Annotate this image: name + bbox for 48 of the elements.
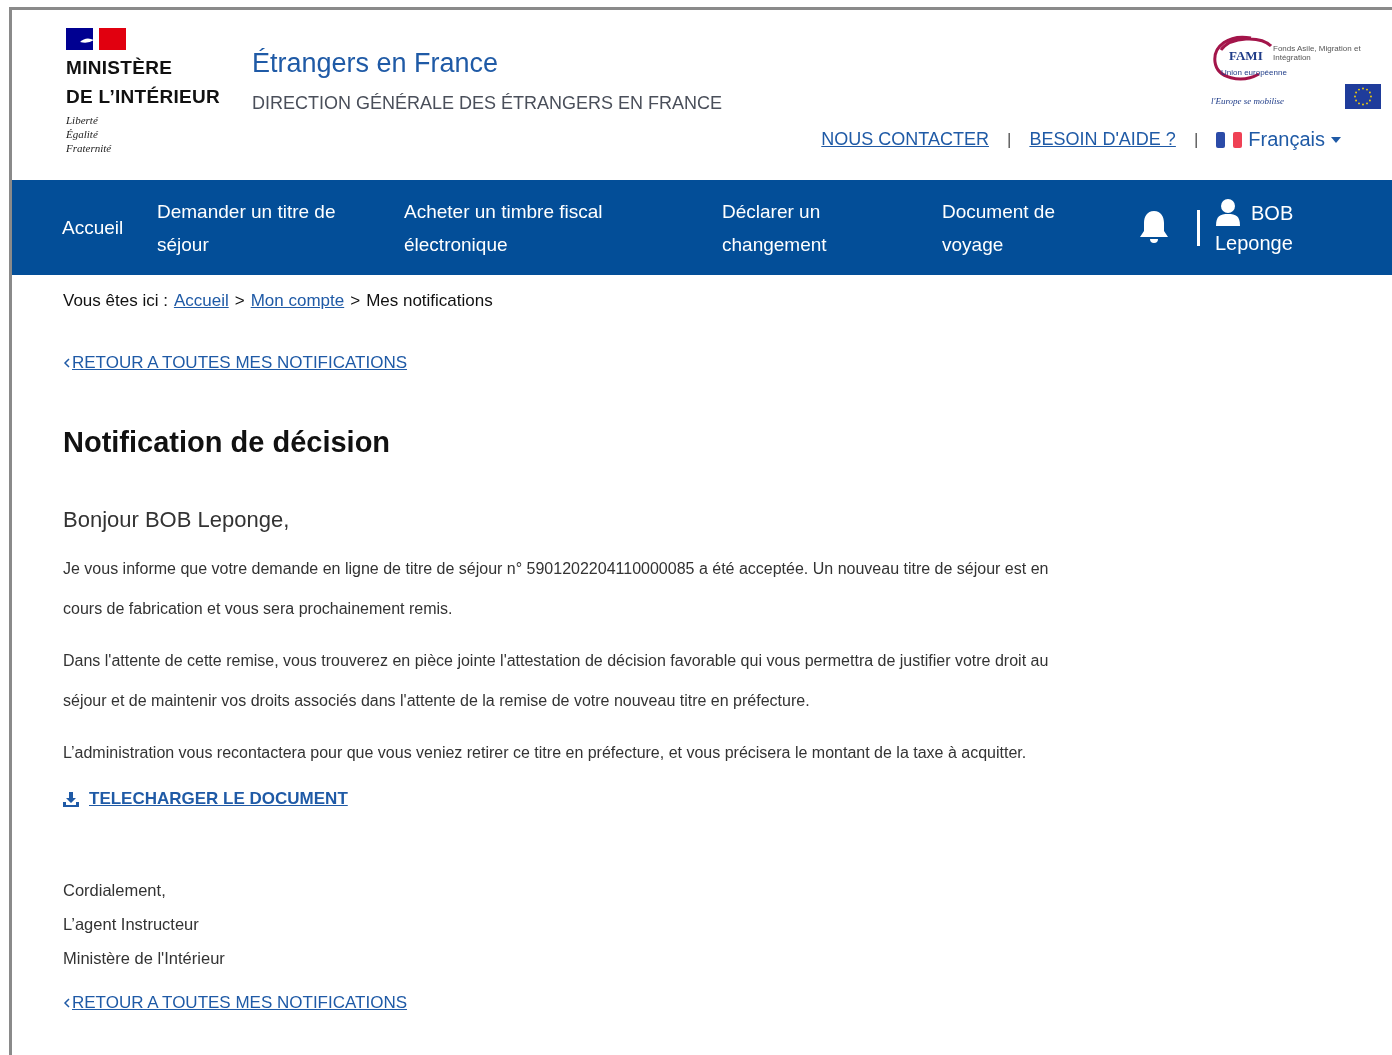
signature-line: Cordialement, [63, 879, 167, 901]
breadcrumb-prefix: Vous êtes ici : [63, 291, 168, 311]
marianne-logo-icon [66, 28, 126, 50]
separator: | [1193, 129, 1199, 150]
motto-text: Liberté [66, 113, 99, 127]
greeting-text: Bonjour BOB Leponge, [63, 507, 291, 533]
breadcrumb-current: Mes notifications [366, 291, 493, 311]
message-paragraph: Je vous informe que votre demande en ligne de titre de séjour n° 5901202204110000085 a été acceptée. Un nouveau titre de séjour est en cours de fabrication et vous sera prochainement remis. [63, 559, 1050, 619]
nav-link[interactable]: Accueil [62, 211, 128, 244]
separator: | [1006, 129, 1012, 150]
fami-name: FAMI [1229, 48, 1263, 64]
union-label: Union européenne [1221, 68, 1287, 77]
download-icon [63, 791, 79, 807]
chevron-left-icon [63, 358, 70, 368]
page-title: Notification de décision [63, 426, 392, 459]
nav-link[interactable]: Acheter un timbre fiscal électronique [404, 194, 636, 261]
back-link[interactable]: RETOUR A TOUTES MES NOTIFICATIONS [63, 353, 407, 373]
contact-link[interactable]: NOUS CONTACTER [821, 129, 989, 150]
help-link[interactable]: BESOIN D'AIDE ? [1029, 129, 1176, 150]
site-title: Étrangers en France [252, 48, 500, 79]
signature-line: L’agent Instructeur [63, 913, 200, 935]
breadcrumb-link[interactable]: Mon compte [250, 291, 345, 311]
caret-icon [1331, 136, 1341, 143]
star-flag-icon [1345, 84, 1381, 109]
user-first-name[interactable]: BOB [1251, 197, 1294, 228]
nav-link[interactable]: Déclarer un changement [722, 194, 882, 261]
message-paragraph: L’administration vous recontactera pour que vous veniez retirer ce titre en préfecture, et vous précisera le montant de la taxe à acquitter. [63, 743, 1028, 763]
fund-name: Fonds Asile, Migration et Intégration [1273, 44, 1362, 62]
ministry-name: DE L’INTÉRIEUR [66, 85, 222, 108]
slogan-text: l'Europe se mobilise [1211, 96, 1285, 106]
user-last-name[interactable]: Leponge [1215, 227, 1294, 258]
message-paragraph: Dans l'attente de cette remise, vous trouverez en pièce jointe l'attestation de décision favorable qui vous permettra de justifier votre droit au séjour et de maintenir vos droits associés dans l'attente de la remise de votre nouveau titre en préfecture. [63, 651, 1050, 711]
download-link[interactable]: TELECHARGER LE DOCUMENT [63, 789, 348, 809]
site-subtitle: DIRECTION GÉNÉRALE DES ÉTRANGERS EN FRANCE [252, 93, 723, 114]
breadcrumb-link[interactable]: Accueil [173, 291, 229, 311]
chevron-left-icon [63, 997, 70, 1008]
nav-link[interactable]: Document de voyage [942, 194, 1102, 261]
motto-text: Fraternité [66, 141, 113, 155]
nav-link[interactable]: Demander un titre de séjour [157, 194, 357, 261]
motto-text: Égalité [66, 127, 99, 141]
tricolor-flag-icon [1216, 131, 1243, 148]
user-icon[interactable] [1215, 197, 1241, 228]
language-dropdown[interactable]: Français [1216, 128, 1341, 151]
breadcrumb-separator: > [234, 291, 245, 311]
breadcrumb-separator: > [350, 291, 361, 311]
signature-line: Ministère de l'Intérieur [63, 947, 226, 969]
back-link[interactable]: RETOUR A TOUTES MES NOTIFICATIONS [63, 992, 407, 1013]
ministry-name: MINISTÈRE [66, 56, 174, 79]
